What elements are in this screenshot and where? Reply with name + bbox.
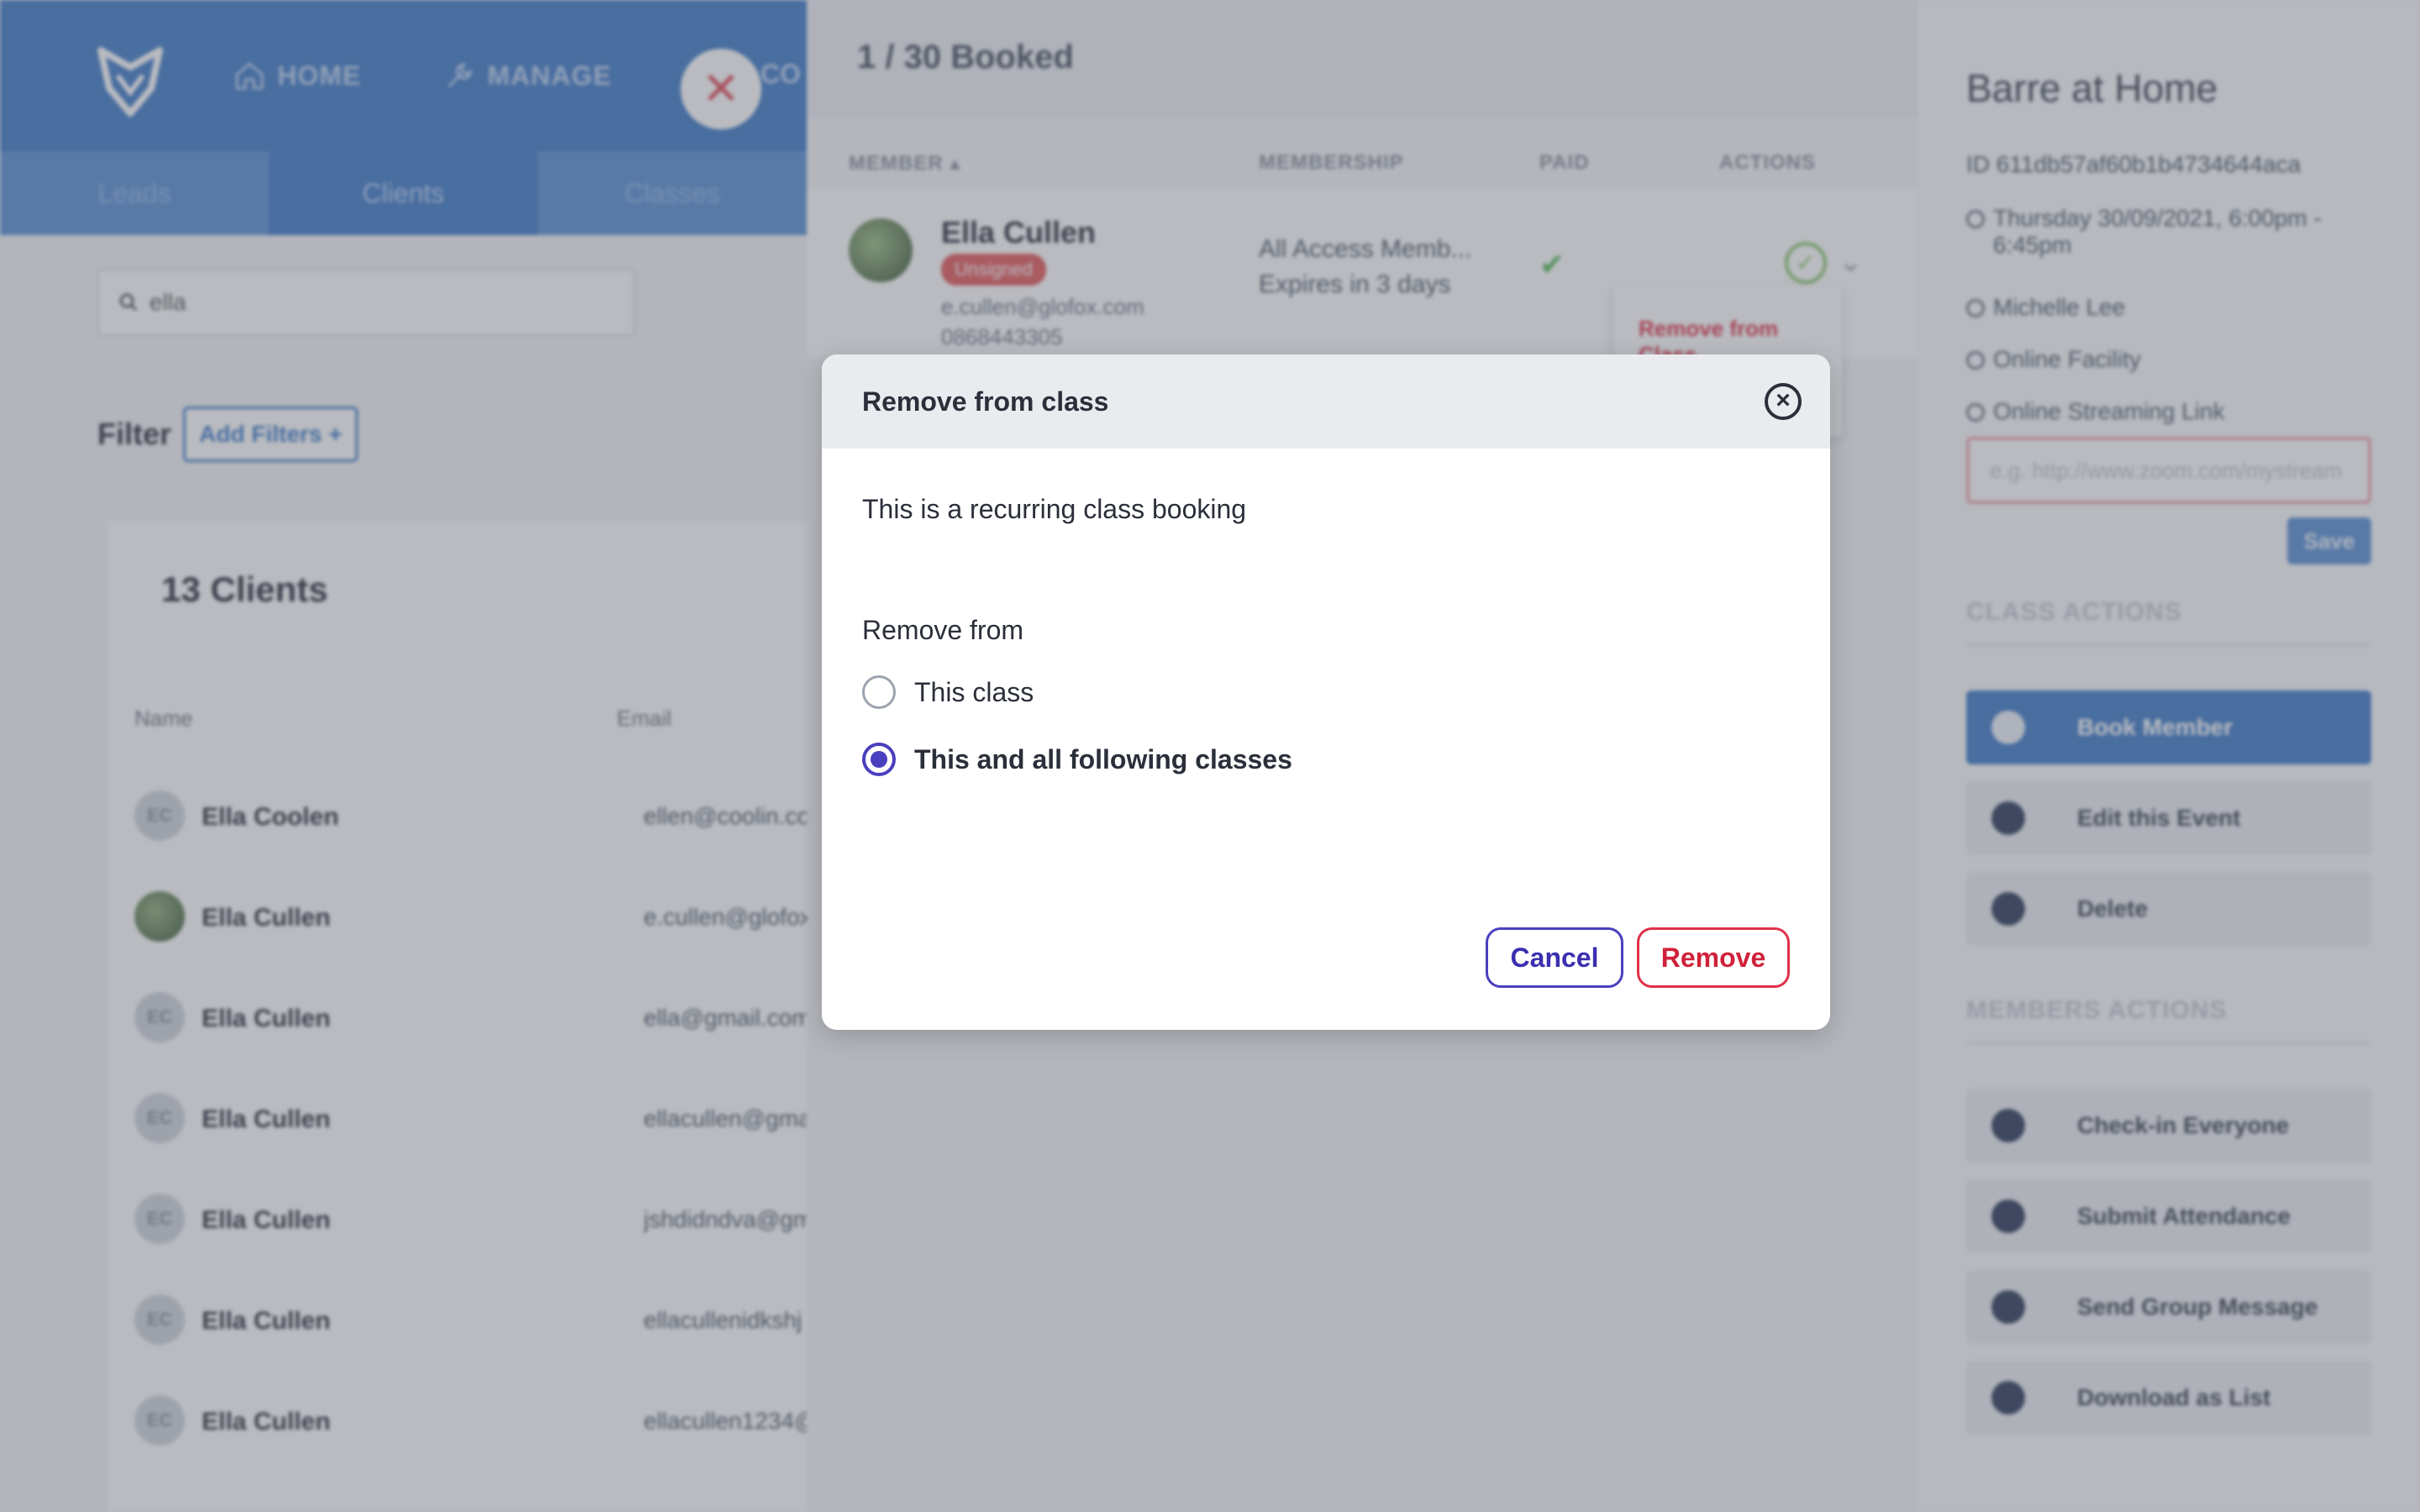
radio-this-and-following[interactable] [862,743,896,776]
option-this-class-label: This class [914,676,1034,707]
dialog-header: Remove from class × [822,354,1830,449]
close-icon[interactable]: × [1765,383,1802,420]
option-this-class[interactable]: This class [862,675,1034,709]
dialog-message: This is a recurring class booking [862,494,1247,524]
option-this-and-following[interactable]: This and all following classes [862,743,1292,776]
radio-this-class[interactable] [862,675,896,709]
remove-from-label: Remove from [862,615,1024,645]
cancel-button[interactable]: Cancel [1486,927,1623,988]
option-this-and-following-label: This and all following classes [914,743,1292,774]
remove-button[interactable]: Remove [1637,927,1790,988]
remove-from-class-dialog: Remove from class × This is a recurring … [822,354,1830,1030]
dialog-title: Remove from class [862,386,1109,417]
